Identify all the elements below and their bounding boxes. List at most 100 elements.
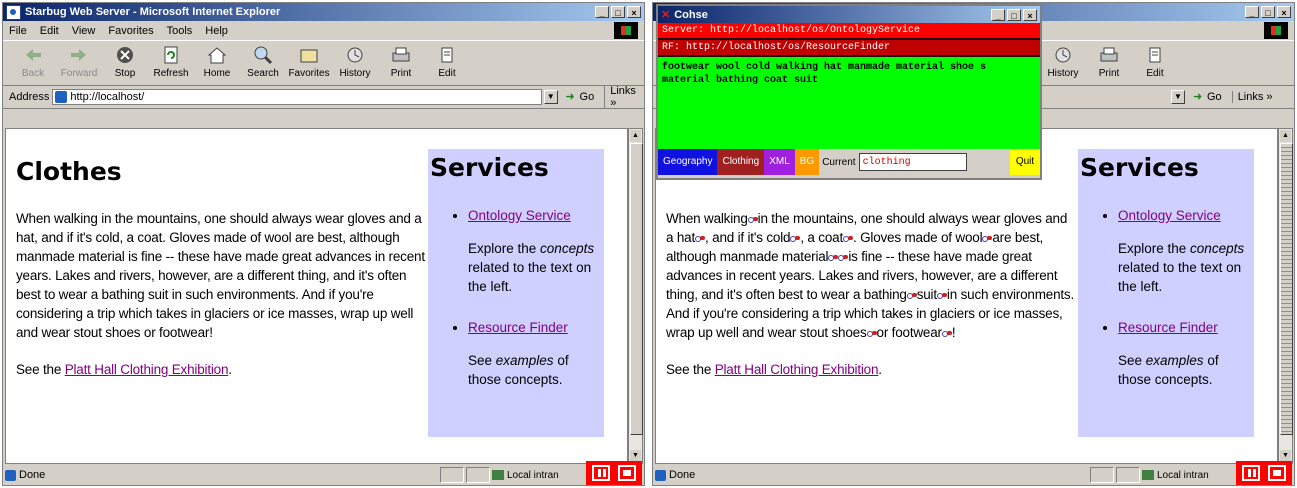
scroll-thumb[interactable] — [1280, 143, 1293, 435]
refresh-icon — [164, 46, 178, 64]
back-button[interactable]: Back — [11, 41, 55, 79]
services-heading: Services — [430, 153, 549, 182]
resource-finder-field[interactable]: RF: http://localhost/os/ResourceFinder — [658, 40, 1040, 57]
page-content: Clothes When walking in the mountains, o… — [5, 128, 628, 464]
maximize-button[interactable]: □ — [1007, 8, 1021, 21]
history-button[interactable]: History — [333, 41, 377, 79]
close-button[interactable]: × — [1023, 8, 1037, 21]
print-label: Print — [390, 68, 412, 79]
ontology-server-field[interactable]: Server: http://localhost/os/OntologyServ… — [658, 23, 1040, 40]
menu-help[interactable]: Help — [205, 25, 228, 37]
pause-icon[interactable] — [592, 465, 610, 481]
menu-file[interactable]: File — [9, 25, 27, 37]
ontology-service-link[interactable]: Ontology Service — [1118, 208, 1221, 223]
edit-button[interactable]: Edit — [425, 41, 469, 79]
scroll-up-icon[interactable]: ▲ — [630, 130, 641, 142]
tab-geography[interactable]: Geography — [658, 149, 718, 175]
status-bar: Done Local intran — [5, 461, 642, 485]
ie-icon — [6, 4, 21, 20]
printer-icon — [1100, 47, 1118, 62]
address-input[interactable]: http://localhost/ — [52, 89, 542, 105]
vertical-scrollbar[interactable]: ▲ ▼ — [628, 128, 643, 464]
address-bar: Address http://localhost/ ▼ ➜ Go Links » — [3, 85, 644, 109]
close-button[interactable]: × — [627, 6, 641, 18]
concept-link-icon[interactable] — [838, 253, 849, 262]
concept-link-icon[interactable] — [982, 234, 993, 243]
pause-icon[interactable] — [1242, 465, 1260, 481]
go-button[interactable]: ➜ Go — [566, 91, 595, 103]
stop-icon[interactable] — [1268, 465, 1286, 481]
page-paragraph: When walking in the mountains, one shoul… — [16, 209, 426, 379]
cohse-logo-icon: ✕ — [661, 9, 671, 21]
paragraph-text: When walking in the mountains, one shoul… — [16, 211, 425, 340]
forward-arrow-icon — [71, 49, 86, 61]
address-value: http://localhost/ — [70, 91, 145, 103]
concept-link-icon[interactable] — [843, 234, 853, 243]
services-list: Ontology Service Explore the concepts re… — [428, 206, 604, 389]
scroll-up-icon[interactable]: ▲ — [1280, 130, 1291, 142]
concept-link-icon[interactable] — [747, 215, 758, 224]
minimize-button[interactable]: _ — [991, 8, 1005, 21]
search-button[interactable]: Search — [241, 41, 285, 79]
current-ontology-input[interactable]: clothing — [858, 153, 967, 171]
minimize-button[interactable]: _ — [1245, 6, 1259, 18]
status-text: Done — [655, 469, 1090, 481]
browser-window-left: Starbug Web Server - Microsoft Internet … — [2, 2, 645, 486]
tab-bg[interactable]: BG — [794, 149, 820, 175]
print-button[interactable]: Print — [379, 41, 423, 79]
vertical-scrollbar[interactable]: ▲ ▼ — [1278, 128, 1293, 464]
page-icon — [55, 91, 68, 103]
cohse-title-bar: ✕ Cohse _ □ × — [658, 6, 1040, 23]
edit-button[interactable]: Edit — [1133, 41, 1177, 79]
concept-link-icon[interactable] — [866, 329, 877, 338]
see-line: See the Platt Hall Clothing Exhibition. — [16, 362, 232, 377]
links-button[interactable]: Links » — [1231, 91, 1273, 103]
refresh-button[interactable]: Refresh — [149, 41, 193, 79]
menu-edit[interactable]: Edit — [40, 25, 59, 37]
home-label: Home — [203, 68, 231, 79]
service-item: Resource Finder See examples of those co… — [1118, 318, 1254, 389]
resource-finder-link[interactable]: Resource Finder — [468, 320, 568, 335]
tab-clothing[interactable]: Clothing — [717, 149, 765, 175]
services-panel: Services Ontology Service Explore the co… — [1078, 149, 1254, 437]
address-dropdown-button[interactable]: ▼ — [543, 90, 558, 104]
stop-button[interactable]: Stop — [103, 41, 147, 79]
maximize-button[interactable]: □ — [611, 6, 625, 18]
stop-label: Stop — [114, 68, 136, 79]
resource-finder-link[interactable]: Resource Finder — [1118, 320, 1218, 335]
tab-xml[interactable]: XML — [764, 149, 795, 175]
address-dropdown-button[interactable]: ▼ — [1171, 90, 1185, 104]
exhibition-link[interactable]: Platt Hall Clothing Exhibition — [65, 362, 229, 377]
stop-icon[interactable] — [618, 465, 636, 481]
minimize-button[interactable]: _ — [595, 6, 609, 18]
menu-view[interactable]: View — [72, 25, 96, 37]
links-button[interactable]: Links » — [604, 85, 644, 109]
concept-link-icon[interactable] — [906, 291, 917, 300]
edit-icon — [441, 47, 453, 63]
favorites-button[interactable]: Favorites — [287, 41, 331, 79]
search-label: Search — [247, 68, 279, 79]
concept-link-icon[interactable] — [695, 234, 706, 243]
forward-button[interactable]: Forward — [57, 41, 101, 79]
ontology-service-link[interactable]: Ontology Service — [468, 208, 571, 223]
scroll-thumb[interactable] — [630, 143, 643, 435]
menu-tools[interactable]: Tools — [167, 25, 193, 37]
concept-link-icon[interactable] — [941, 329, 952, 338]
history-icon — [1055, 47, 1071, 63]
quit-button[interactable]: Quit — [1010, 149, 1040, 175]
go-button[interactable]: ➜ Go — [1193, 91, 1222, 103]
history-button[interactable]: History — [1041, 41, 1085, 79]
concept-link-icon[interactable] — [790, 234, 801, 243]
home-icon — [207, 47, 227, 64]
print-button[interactable]: Print — [1087, 41, 1131, 79]
close-button[interactable]: × — [1277, 6, 1291, 18]
exhibition-link[interactable]: Platt Hall Clothing Exhibition — [715, 362, 879, 377]
menu-favorites[interactable]: Favorites — [108, 25, 153, 37]
maximize-button[interactable]: □ — [1261, 6, 1275, 18]
concept-link-icon[interactable] — [828, 253, 839, 262]
concept-link-icon[interactable] — [936, 291, 947, 300]
refresh-label: Refresh — [153, 68, 189, 79]
window-title: Starbug Web Server - Microsoft Internet … — [25, 6, 281, 18]
home-button[interactable]: Home — [195, 41, 239, 79]
back-label: Back — [21, 68, 45, 79]
